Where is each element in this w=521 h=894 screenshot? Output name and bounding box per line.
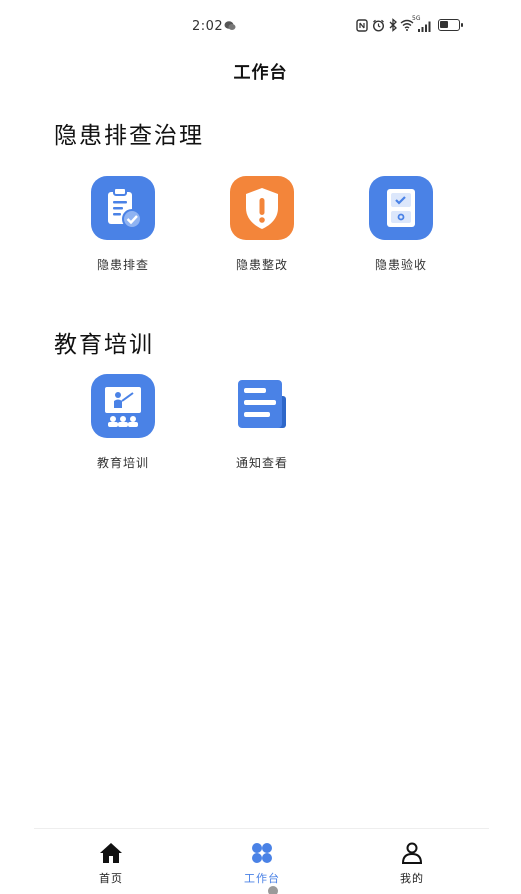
battery-level bbox=[440, 21, 448, 28]
classroom-icon bbox=[91, 374, 155, 438]
nav-item-workbench[interactable]: 工作台 bbox=[222, 842, 302, 886]
tile-label: 隐患整改 bbox=[235, 258, 288, 272]
bluetooth-icon bbox=[389, 18, 397, 32]
bottom-nav-divider bbox=[34, 828, 489, 829]
tile-label: 隐患排查 bbox=[96, 258, 149, 272]
nav-item-home[interactable]: 首页 bbox=[71, 842, 151, 886]
clipboard-check-icon bbox=[91, 176, 155, 240]
nav-item-mine[interactable]: 我的 bbox=[372, 842, 452, 886]
nav-label-home: 首页 bbox=[99, 872, 123, 885]
signal-icon bbox=[418, 21, 431, 32]
tile-label: 通知查看 bbox=[235, 456, 288, 470]
grid-icon bbox=[252, 843, 272, 863]
tile-education-training[interactable]: 教育培训 bbox=[73, 374, 173, 471]
warning-shield-icon bbox=[230, 176, 294, 240]
status-bar: 2:02 5G bbox=[0, 0, 521, 52]
battery-icon bbox=[438, 19, 463, 31]
home-icon bbox=[100, 843, 122, 863]
nav-label-mine: 我的 bbox=[400, 872, 424, 885]
nav-label-workbench: 工作台 bbox=[244, 872, 280, 885]
home-indicator bbox=[268, 886, 278, 894]
status-time: 2:02 bbox=[192, 19, 224, 34]
tile-label: 教育培训 bbox=[96, 456, 149, 470]
user-icon bbox=[401, 842, 423, 864]
tile-label: 隐患验收 bbox=[374, 258, 427, 272]
bottom-nav: 首页 工作台 我的 bbox=[0, 838, 521, 894]
section-title-hazard: 隐患排查治理 bbox=[54, 123, 204, 149]
notice-icon bbox=[230, 374, 294, 438]
tile-hazard-rectification[interactable]: 隐患整改 bbox=[212, 176, 312, 273]
section-title-training: 教育培训 bbox=[54, 332, 154, 358]
tile-notice-view[interactable]: 通知查看 bbox=[212, 374, 312, 471]
nfc-icon bbox=[356, 19, 368, 32]
tile-hazard-acceptance[interactable]: 隐患验收 bbox=[351, 176, 451, 273]
tile-hazard-inspection[interactable]: 隐患排查 bbox=[73, 176, 173, 273]
alarm-icon bbox=[372, 19, 385, 32]
checklist-icon bbox=[369, 176, 433, 240]
wechat-icon bbox=[224, 21, 236, 30]
page-title: 工作台 bbox=[233, 63, 288, 83]
